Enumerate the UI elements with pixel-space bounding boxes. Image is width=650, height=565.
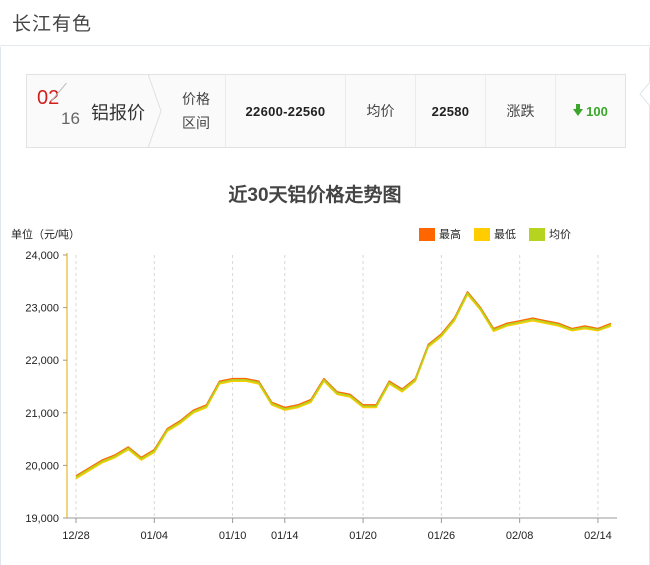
y-tick-label: 23,000: [25, 303, 59, 315]
x-tick-label: 01/26: [428, 530, 456, 542]
x-tick-label: 01/10: [219, 530, 247, 542]
y-tick-label: 22,000: [25, 355, 59, 367]
change-value-wrap: 100: [573, 103, 608, 119]
chart-title: 近30天铝价格走势图: [228, 185, 402, 206]
change-value-cell: 100: [555, 75, 625, 147]
x-tick-label: 01/20: [349, 530, 377, 542]
metal-name: 铝报价: [91, 103, 145, 123]
change-label: 涨跌: [506, 103, 535, 119]
arrow-down-icon: [573, 103, 584, 116]
avg-label-cell: 均价: [345, 75, 415, 147]
quote-date-day: 16: [61, 109, 80, 128]
change-value: 100: [586, 103, 608, 119]
y-tick-label: 20,000: [25, 460, 59, 472]
avg-value-cell: 22580: [415, 75, 485, 147]
range-label-line1: 价格: [182, 91, 210, 107]
y-tick-label: 24,000: [25, 250, 59, 262]
quote-date: 02 16: [27, 75, 87, 147]
x-tick-label: 12/28: [62, 530, 90, 542]
legend-swatch-low: [474, 227, 490, 241]
x-tick-label: 01/14: [271, 530, 299, 542]
panel-arrow-icon: [639, 82, 650, 106]
series-line-low: [75, 293, 612, 480]
x-tick-label: 02/14: [584, 530, 612, 542]
price-trend-chart: 12/28 01/04 01/10 01/14 01/20 01/26 02/08 02/14…: [25, 250, 617, 542]
avg-label: 均价: [366, 103, 395, 119]
chevron-right-icon: [147, 74, 162, 148]
range-value-cell: 22600-22560: [225, 75, 345, 147]
range-value: 22600-22560: [245, 103, 326, 119]
legend-swatch-avg: [529, 227, 545, 241]
avg-value: 22580: [431, 103, 470, 119]
legend-swatch-high: [419, 227, 435, 241]
range-label: 价格 区间: [167, 75, 225, 147]
x-tick-label: 01/04: [141, 530, 169, 542]
x-tick-label: 02/08: [506, 530, 534, 542]
site-title: 长江有色: [12, 14, 93, 35]
y-tick-label: 19,000: [25, 513, 59, 525]
quote-date-month: 02: [37, 87, 60, 109]
range-label-line2: 区间: [182, 115, 210, 131]
change-label-cell: 涨跌: [485, 75, 555, 147]
y-tick-label: 21,000: [25, 408, 59, 420]
site-header: 长江有色: [0, 0, 650, 46]
quote-bar: 02 16 铝报价 价格 区间 22600-22560 均价 22580 涨跌 …: [26, 74, 626, 148]
